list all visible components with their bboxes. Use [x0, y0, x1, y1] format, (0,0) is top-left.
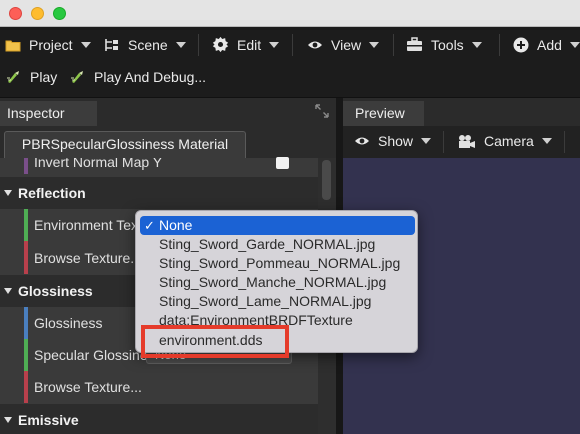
- menu-item[interactable]: Sting_Sword_Manche_NORMAL.jpg: [140, 273, 415, 292]
- menu-item-none[interactable]: ✓ None: [140, 216, 415, 235]
- section-reflection[interactable]: Reflection: [0, 177, 318, 209]
- play-icon: [71, 71, 83, 83]
- property-accent-bar: [24, 209, 28, 241]
- property-label: Browse Texture...: [34, 379, 142, 395]
- menu-item-label: Sting_Sword_Lame_NORMAL.jpg: [159, 293, 372, 309]
- collapse-triangle-icon: [4, 417, 12, 423]
- scrollbar-thumb[interactable]: [322, 160, 331, 200]
- chevron-down-icon: [471, 41, 482, 48]
- invert-normal-checkbox[interactable]: [276, 157, 289, 169]
- maximize-window-button[interactable]: [53, 7, 66, 20]
- property-row-browse-texture[interactable]: Browse Texture...: [0, 371, 318, 403]
- show-menu-label: Show: [378, 133, 414, 149]
- callout-highlight-box: [141, 325, 289, 358]
- expand-icon[interactable]: [315, 104, 329, 118]
- menu-item-label: Sting_Sword_Garde_NORMAL.jpg: [159, 236, 376, 252]
- menu-item-label: Sting_Sword_Manche_NORMAL.jpg: [159, 274, 387, 290]
- collapse-triangle-icon: [4, 190, 12, 196]
- eye-icon: [308, 41, 322, 48]
- chevron-down-icon: [80, 41, 91, 48]
- tools-menu-label: Tools: [431, 36, 464, 53]
- view-menu[interactable]: View: [307, 27, 380, 62]
- property-label: Browse Texture...: [34, 249, 142, 266]
- play-icon: [7, 71, 19, 83]
- toolbar-divider: [198, 34, 199, 56]
- play-button[interactable]: Play: [6, 62, 57, 92]
- eye-icon: [355, 137, 369, 145]
- property-row-invert-normal: Invert Normal Map Y: [0, 158, 318, 174]
- chevron-down-icon: [369, 41, 380, 48]
- tab-inspector[interactable]: Inspector: [0, 101, 97, 126]
- add-menu-label: Add: [537, 36, 562, 53]
- tools-menu[interactable]: Tools: [406, 27, 482, 62]
- chevron-down-icon: [541, 138, 552, 144]
- chevron-down-icon: [569, 41, 580, 48]
- preview-toolbar: Show Camera: [343, 126, 580, 158]
- tab-preview[interactable]: Preview: [343, 101, 424, 126]
- property-label: Glossiness: [34, 315, 103, 331]
- scene-tree-icon: [105, 38, 118, 51]
- property-accent-bar: [24, 307, 28, 339]
- collapse-triangle-icon: [4, 288, 12, 294]
- window-titlebar: [0, 0, 580, 27]
- toolbar-divider: [499, 34, 500, 56]
- menu-item-label: None: [159, 217, 193, 233]
- menu-item-label: Sting_Sword_Pommeau_NORMAL.jpg: [159, 255, 401, 271]
- view-menu-label: View: [331, 36, 362, 53]
- menu-item[interactable]: Sting_Sword_Pommeau_NORMAL.jpg: [140, 254, 415, 273]
- property-accent-bar: [24, 339, 28, 371]
- camera-menu-label: Camera: [484, 133, 534, 149]
- project-menu[interactable]: Project: [5, 27, 91, 62]
- property-accent-bar: [24, 158, 28, 174]
- play-and-debug-button[interactable]: Play And Debug...: [70, 62, 206, 92]
- camera-menu[interactable]: Camera: [457, 126, 552, 156]
- toolbar-divider: [443, 131, 444, 153]
- close-window-button[interactable]: [9, 7, 22, 20]
- property-accent-bar: [24, 371, 28, 403]
- edit-menu[interactable]: Edit: [212, 27, 280, 62]
- checkmark-icon: ✓: [144, 218, 155, 233]
- folder-icon: [5, 40, 21, 51]
- section-label: Emissive: [18, 412, 79, 428]
- minimize-window-button[interactable]: [31, 7, 44, 20]
- scene-menu-label: Scene: [128, 36, 168, 53]
- play-and-debug-label: Play And Debug...: [94, 69, 207, 85]
- edit-menu-label: Edit: [237, 36, 262, 53]
- section-label: Glossiness: [18, 283, 93, 299]
- gear-icon: [212, 36, 229, 53]
- menu-item[interactable]: Sting_Sword_Lame_NORMAL.jpg: [140, 292, 415, 311]
- show-menu[interactable]: Show: [354, 126, 432, 156]
- project-menu-label: Project: [29, 36, 73, 53]
- chevron-down-icon: [421, 138, 432, 144]
- section-emissive[interactable]: Emissive: [0, 404, 318, 434]
- scene-menu[interactable]: Scene: [104, 27, 186, 62]
- play-toolbar: Play Play And Debug...: [0, 62, 580, 98]
- property-accent-bar: [24, 241, 28, 274]
- toolbox-icon: [407, 37, 422, 51]
- property-label: Invert Normal Map Y: [34, 158, 163, 170]
- plus-circle-icon: [513, 37, 529, 52]
- chevron-down-icon: [175, 41, 186, 48]
- menu-item[interactable]: Sting_Sword_Garde_NORMAL.jpg: [140, 235, 415, 254]
- camera-icon: [459, 134, 475, 148]
- section-label: Reflection: [18, 185, 86, 201]
- toolbar-divider: [564, 131, 565, 153]
- tab-material[interactable]: PBRSpecularGlossiness Material: [4, 131, 246, 158]
- toolbar-divider: [393, 34, 394, 56]
- toolbar-divider: [292, 34, 293, 56]
- main-menu-toolbar: Project Scene Edit View Tools Add: [0, 27, 580, 62]
- play-label: Play: [30, 69, 58, 85]
- add-menu[interactable]: Add: [513, 27, 580, 62]
- chevron-down-icon: [269, 41, 280, 48]
